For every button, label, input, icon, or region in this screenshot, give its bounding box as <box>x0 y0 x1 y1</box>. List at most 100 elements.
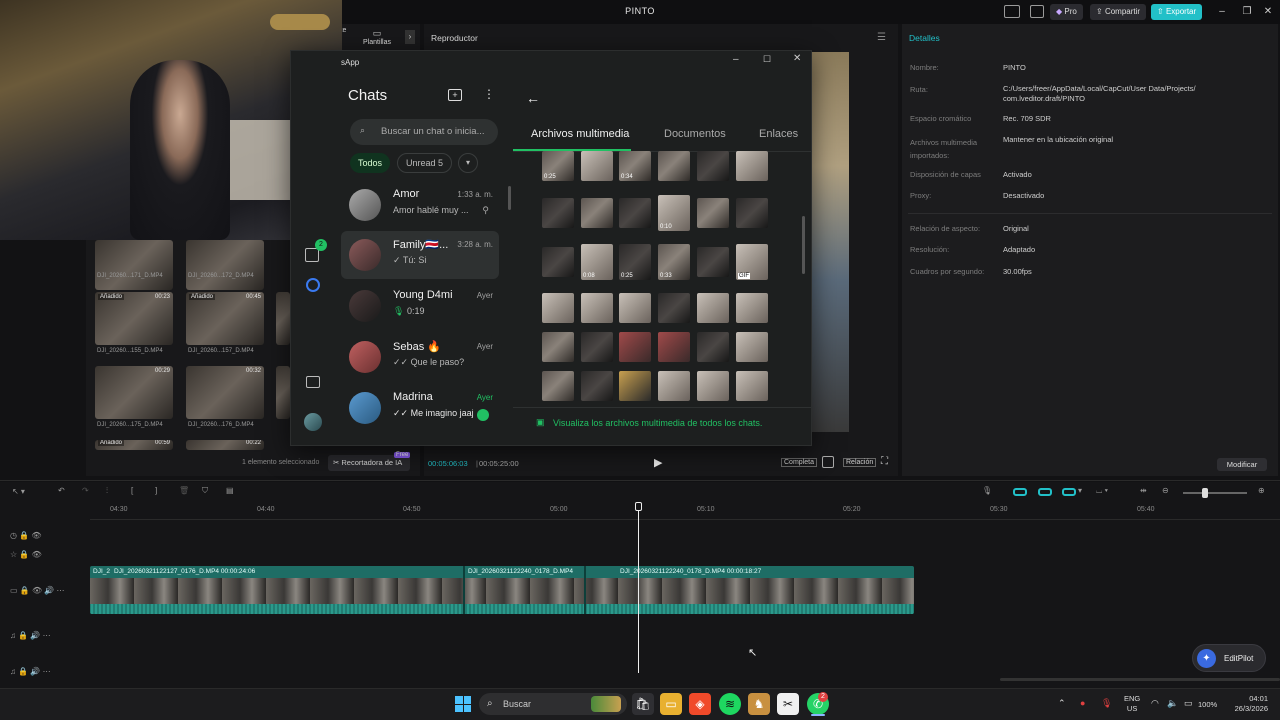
tab-links[interactable]: Enlaces <box>759 128 798 140</box>
modify-button[interactable]: Modificar <box>1217 458 1267 471</box>
media-thumb[interactable] <box>542 332 574 362</box>
store-icon[interactable]: 🛍 <box>632 693 654 715</box>
media-item[interactable]: 00:22 <box>186 440 264 450</box>
media-thumb[interactable] <box>697 247 729 277</box>
media-gallery-icon[interactable] <box>306 376 320 388</box>
captions-icon[interactable]: ▤ <box>226 486 234 495</box>
media-thumb[interactable] <box>581 293 613 323</box>
media-thumb[interactable] <box>658 293 690 323</box>
export-button[interactable]: ⇧ Exportar <box>1151 4 1203 20</box>
media-item-partial[interactable] <box>276 292 290 345</box>
media-thumb[interactable] <box>697 293 729 323</box>
zoom-slider[interactable] <box>1183 492 1247 494</box>
media-thumb[interactable] <box>697 198 729 228</box>
media-thumb[interactable] <box>697 151 729 181</box>
media-thumb[interactable]: 0:10 <box>658 195 690 231</box>
video-track-clips[interactable]: DJI_2 DJI_20260321122127_0176_D.MP4 00:0… <box>90 566 914 614</box>
zoom-slider-handle[interactable] <box>1202 488 1208 498</box>
media-thumb[interactable] <box>658 151 690 181</box>
tray-chevron-icon[interactable]: ⌃ <box>1058 698 1066 709</box>
more-options-icon[interactable]: ⋮ <box>483 87 495 101</box>
filter-all[interactable]: Todos <box>350 153 391 173</box>
full-quality-button[interactable]: Completa <box>781 458 817 467</box>
new-chat-icon[interactable]: + <box>448 89 462 101</box>
media-thumb[interactable] <box>581 371 613 401</box>
tray-mic-icon[interactable]: 🎙 <box>1101 698 1112 709</box>
media-item[interactable]: Añadido 00:59 <box>95 440 173 450</box>
media-thumb[interactable] <box>619 332 651 362</box>
wa-close-icon[interactable]: ✕ <box>793 53 801 64</box>
playhead[interactable] <box>638 503 639 673</box>
media-thumb[interactable]: GIF <box>736 244 768 280</box>
view-all-media-link[interactable]: Visualiza los archivos multimedia de tod… <box>553 418 762 428</box>
linkage-icon[interactable] <box>1062 488 1076 496</box>
split-icon[interactable]: ⫶ <box>106 486 108 496</box>
auto-snap-icon[interactable] <box>1038 488 1052 496</box>
media-thumb[interactable] <box>542 198 574 228</box>
chat-item[interactable]: Amor 1:33 a. m. Amor hablé muy ... ⚲ <box>341 181 499 229</box>
media-thumb[interactable] <box>542 293 574 323</box>
media-thumb[interactable] <box>658 371 690 401</box>
wa-maximize-icon[interactable]: ☐ <box>763 54 771 65</box>
zoom-out-icon[interactable]: ⊖ <box>1162 486 1169 495</box>
media-thumb[interactable] <box>658 332 690 362</box>
play-icon[interactable]: ▶ <box>654 456 662 469</box>
screenshot-icon[interactable] <box>822 456 834 468</box>
maximize-icon[interactable]: ❐ <box>1237 4 1257 20</box>
media-thumb[interactable] <box>697 332 729 362</box>
layout-icon[interactable] <box>1004 5 1020 18</box>
volume-icon[interactable]: 🔈 <box>1167 698 1178 709</box>
timeline-scrollbar[interactable] <box>1000 678 1280 681</box>
share-button[interactable]: ⇪ Compartir <box>1090 4 1147 20</box>
capcut-icon[interactable]: ✂ <box>777 693 799 715</box>
wifi-icon[interactable]: ◠ <box>1151 698 1159 709</box>
tabs-more-arrow[interactable]: › <box>405 30 415 44</box>
clock[interactable]: 04:01 26/3/2026 <box>1228 694 1268 714</box>
meta-ai-icon[interactable] <box>306 278 320 292</box>
file-explorer-icon[interactable]: ▭ <box>660 693 682 715</box>
media-item[interactable]: Añadido 00:45 <box>186 292 264 345</box>
media-thumb[interactable] <box>736 371 768 401</box>
linkage-dropdown-icon[interactable]: ▾ <box>1078 486 1082 495</box>
close-icon[interactable]: ✕ <box>1258 4 1278 20</box>
fullscreen-icon[interactable]: ⛶ <box>881 456 888 467</box>
media-thumb[interactable] <box>697 371 729 401</box>
playhead-handle[interactable] <box>635 502 642 511</box>
undo-icon[interactable]: ↶ <box>58 486 65 495</box>
tab-templates[interactable]: ▭ Plantillas <box>362 28 392 46</box>
media-thumb[interactable] <box>581 332 613 362</box>
media-thumb[interactable] <box>542 247 574 277</box>
filter-dropdown-icon[interactable]: ▾ <box>458 153 478 173</box>
split-left-icon[interactable]: [ <box>131 486 133 495</box>
game-app-icon[interactable]: ♞ <box>748 693 770 715</box>
search-box[interactable]: ⌕ Buscar un chat o inicia... <box>350 119 498 145</box>
zoom-in-icon[interactable]: ⊕ <box>1258 486 1265 495</box>
filter-unread[interactable]: Unread 5 <box>397 153 453 173</box>
profile-avatar[interactable] <box>304 413 322 431</box>
media-thumb[interactable] <box>736 198 768 228</box>
language-indicator[interactable]: ENG US <box>1124 694 1140 714</box>
media-thumb[interactable]: 0:08 <box>581 244 613 280</box>
media-thumb[interactable]: 0:25 <box>542 151 574 181</box>
main-track-magnet-icon[interactable] <box>1013 488 1027 496</box>
wa-minimize-icon[interactable]: – <box>733 54 739 65</box>
media-thumb[interactable] <box>619 198 651 228</box>
ratio-button[interactable]: Relación <box>843 458 877 467</box>
media-thumb[interactable]: 0:34 <box>619 151 651 181</box>
media-thumb[interactable] <box>736 293 768 323</box>
menu-icon[interactable]: ☰ <box>877 32 886 43</box>
spotify-icon[interactable]: ≋ <box>719 693 741 715</box>
media-item[interactable]: 00:32 <box>186 366 264 419</box>
chat-item[interactable]: Family🇨🇷... 3:28 a. m. ✓ Tú: Si <box>341 231 499 279</box>
media-thumb[interactable] <box>736 151 768 181</box>
media-thumb[interactable]: 0:33 <box>658 244 690 280</box>
shortcut-icon[interactable] <box>1030 5 1044 18</box>
brave-icon[interactable]: ◈ <box>689 693 711 715</box>
media-thumb[interactable]: 0:25 <box>619 244 651 280</box>
chat-item[interactable]: Madrina Ayer ✓✓ Me imagino jaaj <box>341 384 499 432</box>
delete-icon[interactable]: 🗑 <box>179 486 189 495</box>
redo-icon[interactable]: ↷ <box>82 486 89 495</box>
taskbar-search[interactable]: ⌕ Buscar <box>479 693 627 715</box>
media-thumb[interactable] <box>619 293 651 323</box>
tab-media[interactable]: Archivos multimedia <box>531 128 629 140</box>
